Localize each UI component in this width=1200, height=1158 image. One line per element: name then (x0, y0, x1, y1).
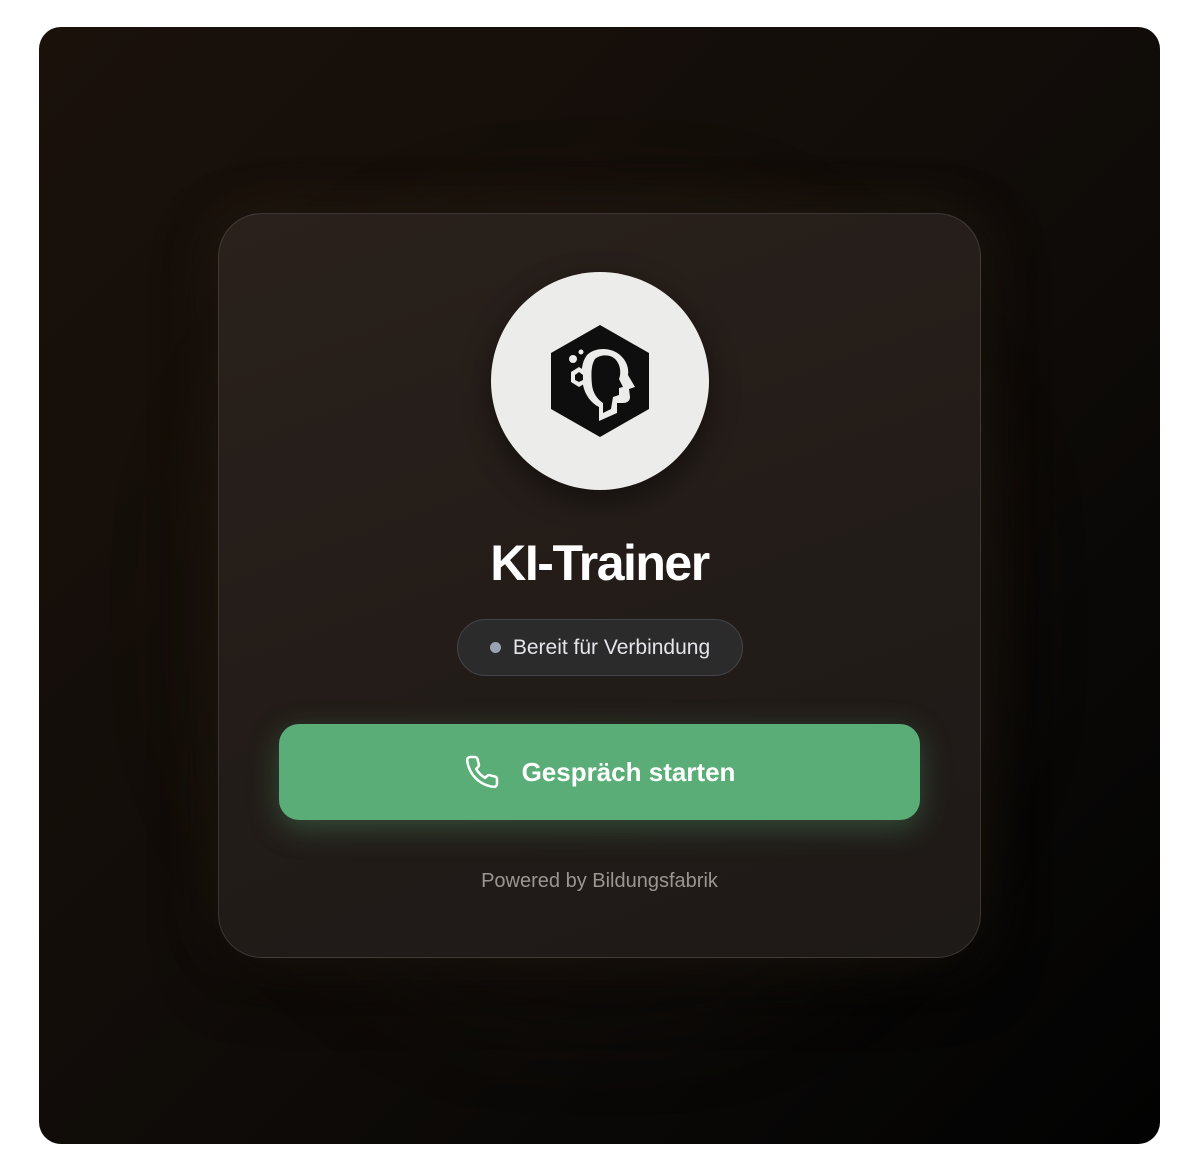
start-call-button[interactable]: Gespräch starten (279, 724, 920, 820)
status-label: Bereit für Verbindung (512, 635, 711, 659)
hexagon-head-logo-icon (551, 325, 649, 437)
call-card: KI-Trainer Bereit für Verbindung Gespräc… (218, 213, 981, 958)
app-frame: KI-Trainer Bereit für Verbindung Gespräc… (39, 27, 1160, 1144)
avatar (491, 272, 709, 490)
page-title: KI-Trainer (490, 535, 710, 591)
start-call-label: Gespräch starten (521, 756, 736, 787)
status-dot-icon (489, 642, 501, 653)
powered-by-text: Powered by Bildungsfabrik (481, 870, 718, 892)
status-badge: Bereit für Verbindung (457, 619, 743, 676)
phone-icon (465, 755, 498, 789)
